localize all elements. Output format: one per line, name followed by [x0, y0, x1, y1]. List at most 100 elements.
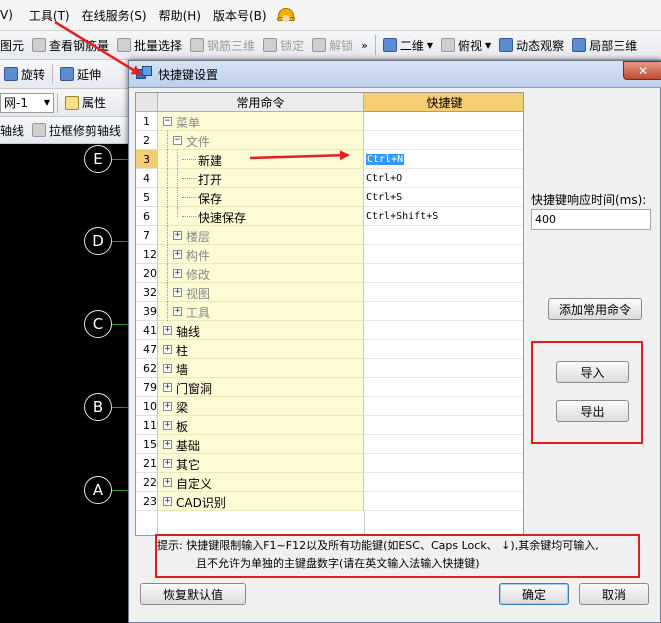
shortcut-cell[interactable]: [364, 454, 523, 473]
view-2d-dropdown[interactable]: 二维 ▼: [379, 34, 437, 56]
ok-button[interactable]: 确定: [499, 583, 569, 605]
rotate-button[interactable]: 旋转: [0, 63, 49, 85]
expand-icon[interactable]: +: [163, 345, 172, 354]
command-cell[interactable]: − 文件: [158, 131, 364, 150]
dialog-titlebar[interactable]: 快捷键设置 ✕: [129, 61, 661, 88]
table-row[interactable]: 41 + 轴线: [136, 321, 523, 340]
restore-default-button[interactable]: 恢复默认值: [140, 583, 246, 605]
command-cell[interactable]: + CAD识别: [158, 492, 364, 511]
axis-button[interactable]: 轴线: [0, 119, 28, 141]
response-time-input[interactable]: 400: [531, 209, 651, 230]
shortcut-cell[interactable]: [364, 492, 523, 511]
table-row[interactable]: 62 + 墙: [136, 359, 523, 378]
table-row[interactable]: 1− 菜单: [136, 112, 523, 131]
expand-icon[interactable]: +: [173, 288, 182, 297]
column-header-shortcut[interactable]: 快捷键: [364, 93, 523, 112]
command-cell[interactable]: + 构件: [158, 245, 364, 264]
table-row[interactable]: 12 + 构件: [136, 245, 523, 264]
table-row[interactable]: 3 新建 Ctrl+N: [136, 150, 523, 169]
shortcut-cell[interactable]: [364, 112, 523, 131]
unlock-button[interactable]: 解锁: [308, 34, 357, 56]
shortcut-cell[interactable]: [364, 283, 523, 302]
properties-button[interactable]: 属性: [61, 92, 110, 114]
shortcut-cell[interactable]: [364, 397, 523, 416]
table-row[interactable]: 156 + 基础: [136, 435, 523, 454]
shortcut-cell[interactable]: [364, 378, 523, 397]
shortcut-cell[interactable]: [364, 340, 523, 359]
collapse-icon[interactable]: −: [173, 136, 182, 145]
expand-icon[interactable]: +: [173, 269, 182, 278]
local-3d-button[interactable]: 局部三维: [568, 34, 641, 56]
shortcut-cell[interactable]: [364, 264, 523, 283]
expand-icon[interactable]: +: [163, 326, 172, 335]
expand-icon[interactable]: +: [163, 478, 172, 487]
command-cell[interactable]: 打开: [158, 169, 364, 188]
command-cell[interactable]: + 墙: [158, 359, 364, 378]
lock-button[interactable]: 锁定: [259, 34, 308, 56]
shortcut-cell[interactable]: [364, 245, 523, 264]
shortcut-cell[interactable]: [364, 416, 523, 435]
expand-icon[interactable]: +: [163, 497, 172, 506]
table-row[interactable]: 47 + 柱: [136, 340, 523, 359]
export-button[interactable]: 导出: [556, 400, 629, 422]
table-row[interactable]: 32 + 视图: [136, 283, 523, 302]
command-cell[interactable]: 快速保存: [158, 207, 364, 226]
import-button[interactable]: 导入: [556, 361, 629, 383]
menu-item-online-service[interactable]: 在线服务(S): [76, 7, 153, 24]
menu-item-version[interactable]: 版本号(B): [207, 7, 273, 24]
extend-button[interactable]: 延伸: [56, 63, 105, 85]
shortcut-cell[interactable]: [364, 321, 523, 340]
box-trim-axis-button[interactable]: 拉框修剪轴线: [28, 119, 125, 141]
shortcut-cell[interactable]: Ctrl+Shift+S: [364, 207, 523, 226]
close-button[interactable]: ✕: [623, 61, 661, 80]
cancel-button[interactable]: 取消: [579, 583, 649, 605]
column-header-command[interactable]: 常用命令: [158, 93, 364, 112]
rebar-3d-button[interactable]: 钢筋三维: [186, 34, 259, 56]
collapse-icon[interactable]: −: [163, 117, 172, 126]
command-cell[interactable]: + 自定义: [158, 473, 364, 492]
table-row[interactable]: 6 快速保存 Ctrl+Shift+S: [136, 207, 523, 226]
command-cell[interactable]: 新建: [158, 150, 364, 169]
command-cell[interactable]: 保存: [158, 188, 364, 207]
command-cell[interactable]: + 工具: [158, 302, 364, 321]
table-row[interactable]: 237 + CAD识别: [136, 492, 523, 511]
command-cell[interactable]: + 板: [158, 416, 364, 435]
grid-select-combo[interactable]: 网-1 ▼: [0, 92, 54, 113]
table-row[interactable]: 119 + 板: [136, 416, 523, 435]
expand-icon[interactable]: +: [173, 307, 182, 316]
element-button[interactable]: 图元: [0, 34, 28, 56]
menu-item-view[interactable]: V): [0, 8, 19, 22]
shortcut-cell[interactable]: Ctrl+N: [364, 150, 523, 169]
expand-icon[interactable]: +: [163, 421, 172, 430]
command-cell[interactable]: + 柱: [158, 340, 364, 359]
table-row[interactable]: 20 + 修改: [136, 264, 523, 283]
table-row[interactable]: 7 + 楼层: [136, 226, 523, 245]
batch-select-button[interactable]: 批量选择: [113, 34, 186, 56]
expand-icon[interactable]: +: [163, 459, 172, 468]
table-row[interactable]: 211 + 其它: [136, 454, 523, 473]
axis-label-b[interactable]: B: [84, 393, 112, 421]
shortcut-cell[interactable]: Ctrl+O: [364, 169, 523, 188]
command-cell[interactable]: + 视图: [158, 283, 364, 302]
shortcut-cell[interactable]: [364, 131, 523, 150]
command-cell[interactable]: + 其它: [158, 454, 364, 473]
table-row[interactable]: 2− 文件: [136, 131, 523, 150]
axis-label-a[interactable]: A: [84, 476, 112, 504]
command-cell[interactable]: + 修改: [158, 264, 364, 283]
add-common-command-button[interactable]: 添加常用命令: [548, 298, 642, 320]
shortcut-cell[interactable]: [364, 226, 523, 245]
expand-icon[interactable]: +: [163, 402, 172, 411]
toolbar-overflow-button[interactable]: »: [357, 39, 372, 52]
command-cell[interactable]: − 菜单: [158, 112, 364, 131]
table-row[interactable]: 224 + 自定义: [136, 473, 523, 492]
command-cell[interactable]: + 门窗洞: [158, 378, 364, 397]
dynamic-observe-button[interactable]: 动态观察: [495, 34, 568, 56]
table-row[interactable]: 102 + 梁: [136, 397, 523, 416]
top-view-dropdown[interactable]: 俯视 ▼: [437, 34, 495, 56]
axis-label-d[interactable]: D: [84, 227, 112, 255]
axis-label-e[interactable]: E: [84, 145, 112, 173]
table-row[interactable]: 5 保存 Ctrl+S: [136, 188, 523, 207]
expand-icon[interactable]: +: [163, 440, 172, 449]
expand-icon[interactable]: +: [163, 364, 172, 373]
command-cell[interactable]: + 楼层: [158, 226, 364, 245]
